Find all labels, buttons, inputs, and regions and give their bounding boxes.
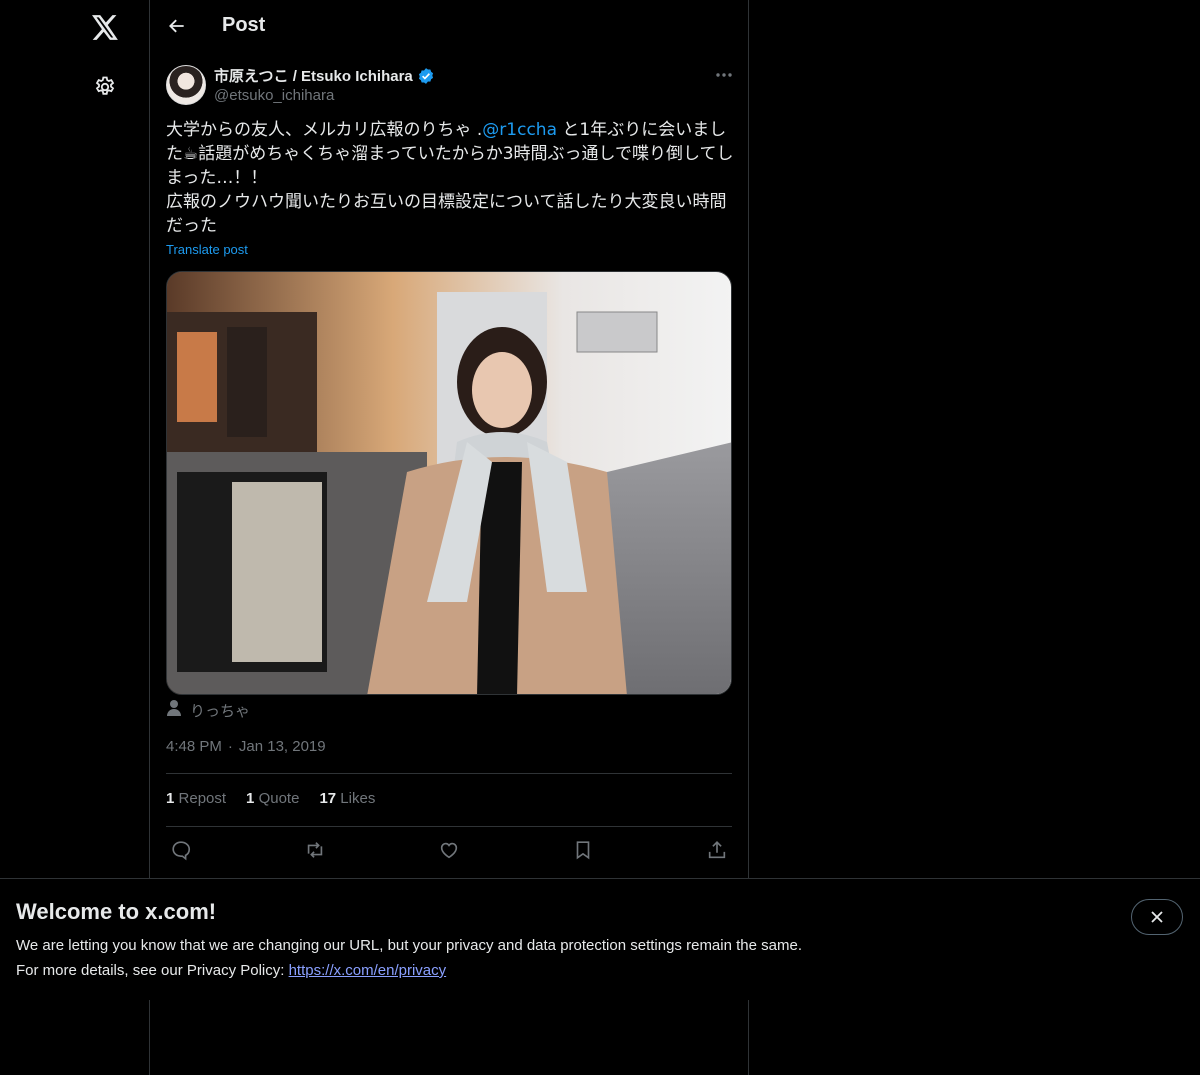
gear-icon[interactable] xyxy=(92,74,118,100)
share-icon[interactable] xyxy=(705,838,729,862)
author-name-row: 市原えつこ / Etsuko Ichihara xyxy=(214,65,435,86)
bookmark-icon[interactable] xyxy=(571,838,595,862)
repost-icon[interactable] xyxy=(303,838,327,862)
arrow-left-icon[interactable] xyxy=(166,15,188,37)
quotes-stat[interactable]: 1 Quote xyxy=(246,790,299,807)
post-text-part1: 大学からの友人、メルカリ広報のりちゃ . xyxy=(166,120,483,140)
tagged-users[interactable]: りっちゃ xyxy=(166,699,250,722)
post-header: Post xyxy=(150,0,749,53)
reposts-label: Repost xyxy=(178,790,227,807)
tagged-user-name: りっちゃ xyxy=(190,702,251,720)
post-text-part3: 広報のノウハウ聞いたりお互いの目標設定について話したり大変良い時間だった xyxy=(166,192,727,236)
post-photo[interactable] xyxy=(166,271,732,695)
close-banner-button[interactable] xyxy=(1131,899,1183,935)
welcome-banner: Welcome to x.com! We are letting you kno… xyxy=(0,878,1200,1000)
post-time: 4:48 PM xyxy=(166,738,222,755)
post-actions xyxy=(166,838,732,862)
timestamp-separator: · xyxy=(227,738,233,755)
person-icon xyxy=(166,699,182,722)
avatar[interactable] xyxy=(166,65,206,105)
quotes-label: Quote xyxy=(258,790,300,807)
translate-post-link[interactable]: Translate post xyxy=(166,242,248,257)
likes-label: Likes xyxy=(340,790,376,807)
divider xyxy=(166,773,732,774)
banner-message: We are letting you know that we are chan… xyxy=(16,937,802,954)
likes-stat[interactable]: 17 Likes xyxy=(319,790,375,807)
banner-title: Welcome to x.com! xyxy=(16,899,217,924)
post-date: Jan 13, 2019 xyxy=(238,738,326,755)
mention-link[interactable]: @r1ccha xyxy=(482,120,557,140)
verified-badge-icon[interactable] xyxy=(417,67,435,85)
post-timestamp[interactable]: 4:48 PM · Jan 13, 2019 xyxy=(166,738,326,755)
like-icon[interactable] xyxy=(437,838,461,862)
author-display-name[interactable]: 市原えつこ / Etsuko Ichihara xyxy=(214,65,413,86)
reposts-count: 1 xyxy=(166,790,175,807)
quotes-count: 1 xyxy=(246,790,255,807)
more-options-icon[interactable] xyxy=(712,64,736,86)
banner-policy-line: For more details, see our Privacy Policy… xyxy=(16,962,446,979)
banner-policy-prefix: For more details, see our Privacy Policy… xyxy=(16,962,289,979)
post-text: 大学からの友人、メルカリ広報のりちゃ .@r1ccha と1年ぶりに会いました☕… xyxy=(166,118,736,238)
reposts-stat[interactable]: 1 Repost xyxy=(166,790,226,807)
author-handle[interactable]: @etsuko_ichihara xyxy=(214,87,334,104)
close-icon xyxy=(1151,911,1163,923)
x-logo-icon[interactable] xyxy=(90,12,120,42)
page-title: Post xyxy=(222,14,266,36)
divider xyxy=(166,826,732,827)
post-stats: 1 Repost 1 Quote 17 Likes xyxy=(166,790,375,807)
privacy-policy-link[interactable]: https://x.com/en/privacy xyxy=(289,962,447,979)
likes-count: 17 xyxy=(319,790,337,807)
reply-icon[interactable] xyxy=(169,838,193,862)
